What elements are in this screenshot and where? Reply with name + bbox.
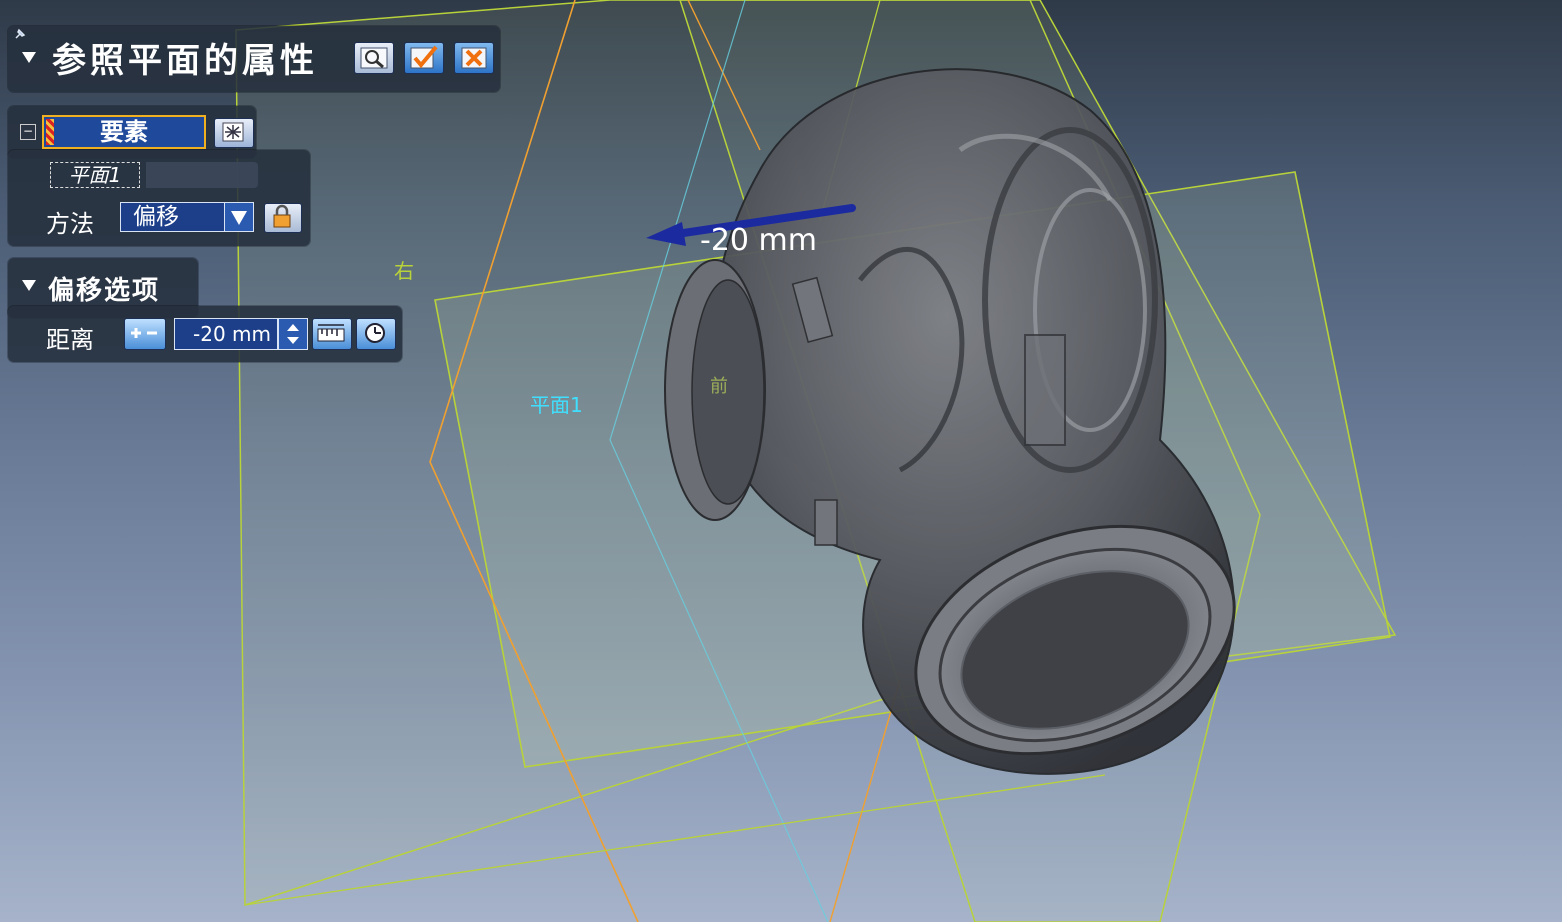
selection-list-bar xyxy=(146,162,258,188)
active-indicator-icon xyxy=(46,119,54,145)
panel-title: 参照平面的属性 xyxy=(52,41,318,81)
preview-button[interactable] xyxy=(354,42,394,74)
selected-plane-item[interactable]: 平面1 xyxy=(50,162,140,188)
cancel-button[interactable] xyxy=(454,42,494,74)
pick-icon xyxy=(365,323,385,343)
dropdown-arrow-icon[interactable] xyxy=(224,203,253,231)
pick-distance-button[interactable] xyxy=(356,318,396,350)
plane-label-new: 平面1 xyxy=(530,393,583,417)
flip-direction-button[interactable] xyxy=(124,318,166,350)
distance-input[interactable]: -20 mm xyxy=(174,318,278,350)
select-element-button[interactable] xyxy=(214,118,254,148)
dimension-label[interactable]: -20 mm xyxy=(700,223,817,258)
collapse-element-icon[interactable]: − xyxy=(20,124,36,140)
measure-button[interactable] xyxy=(312,318,352,350)
select-element-icon xyxy=(222,122,244,142)
offset-options-title: 偏移选项 xyxy=(48,276,161,306)
collapse-triangle-icon[interactable] xyxy=(22,52,36,63)
element-selector-field[interactable]: 要素 xyxy=(42,115,206,149)
preview-icon xyxy=(360,47,388,69)
ok-button[interactable] xyxy=(404,42,444,74)
lock-button[interactable] xyxy=(264,203,302,233)
lock-icon xyxy=(273,204,291,228)
spinner-icon xyxy=(287,324,299,344)
distance-label: 距离 xyxy=(46,326,94,354)
plane-label-right: 右 xyxy=(394,259,414,283)
check-icon xyxy=(410,45,438,69)
measure-icon xyxy=(317,324,345,342)
element-label: 要素 xyxy=(100,118,148,146)
plane-label-front: 前 xyxy=(710,376,728,397)
method-label: 方法 xyxy=(46,210,94,238)
cancel-x-icon xyxy=(461,47,487,69)
pin-icon[interactable] xyxy=(14,28,26,40)
distance-spinner[interactable] xyxy=(278,318,308,350)
collapse-triangle-icon[interactable] xyxy=(22,280,36,291)
method-dropdown[interactable]: 偏移 xyxy=(120,202,254,232)
flip-direction-icon xyxy=(131,328,157,338)
method-value: 偏移 xyxy=(133,204,179,230)
